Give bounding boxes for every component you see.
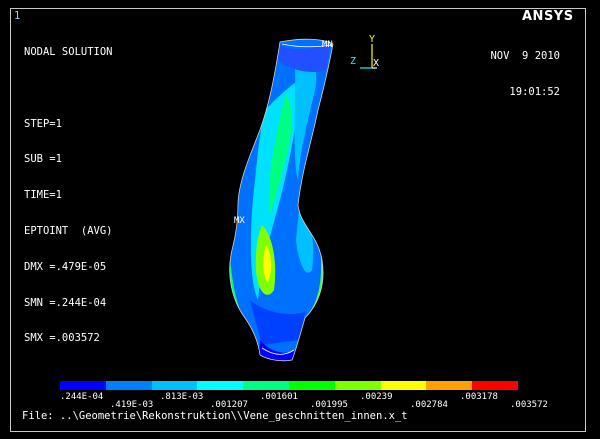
max-marker: MX bbox=[234, 216, 245, 226]
legend-label: .003572 bbox=[510, 400, 548, 410]
legend-label: .00239 bbox=[360, 392, 393, 402]
min-marker: MN bbox=[322, 40, 333, 50]
file-path: File: ..\Geometrie\Rekonstruktion\\Vene_… bbox=[22, 410, 408, 422]
legend-label: .244E-04 bbox=[60, 392, 104, 402]
contour-legend-bar bbox=[60, 381, 518, 390]
vein-contour-plot bbox=[229, 38, 334, 362]
legend-label: .001601 bbox=[260, 392, 298, 402]
legend-swatch bbox=[426, 381, 473, 390]
legend-swatch bbox=[472, 381, 518, 390]
legend-swatch bbox=[334, 381, 381, 390]
legend-label: .003178 bbox=[460, 392, 498, 402]
legend-swatch bbox=[380, 381, 427, 390]
legend-swatch bbox=[243, 381, 289, 390]
legend-label: .001207 bbox=[210, 400, 248, 410]
legend-label: .419E-03 bbox=[110, 400, 154, 410]
legend-swatch bbox=[197, 381, 244, 390]
legend-swatch bbox=[105, 381, 152, 390]
legend-swatch bbox=[288, 381, 335, 390]
legend-swatch bbox=[60, 381, 106, 390]
legend-label: .002784 bbox=[410, 400, 448, 410]
legend-swatch bbox=[151, 381, 198, 390]
legend-label: .813E-03 bbox=[160, 392, 204, 402]
legend-label: .001995 bbox=[310, 400, 348, 410]
